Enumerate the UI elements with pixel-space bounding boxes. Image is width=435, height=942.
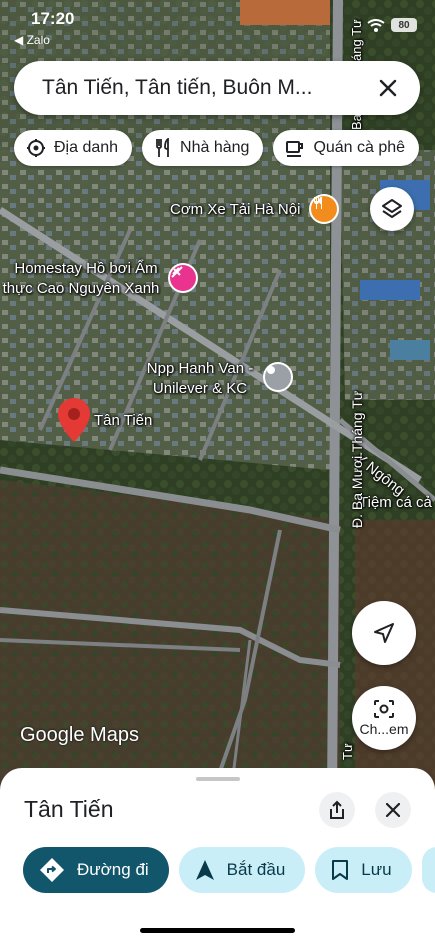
selected-place-label: Tân Tiến (94, 412, 153, 429)
chip-restaurant[interactable]: Nhà hàng (142, 130, 264, 166)
directions-button[interactable]: Đường đi (23, 847, 169, 893)
save-button-label: Lưu (361, 860, 392, 879)
generic-pin-icon[interactable] (265, 364, 291, 390)
chip-coffee[interactable]: Quán cà phê (273, 130, 420, 166)
close-sheet-button[interactable] (375, 792, 411, 828)
share-icon (330, 800, 344, 819)
chip-restaurant-label: Nhà hàng (180, 139, 250, 156)
status-bar: 17:20 ◀ Zalo 80 (0, 0, 435, 50)
navigation-arrow-icon (195, 860, 214, 880)
clear-search-button[interactable] (374, 74, 402, 102)
landmark-icon (27, 139, 45, 157)
poi-homestay-label-line2[interactable]: thực Cao Nguyên Xanh (0, 280, 164, 297)
satellite-map[interactable]: Cơm Xe Tải Hà Nội Homestay Hồ bơi Ẩm thự… (0, 0, 435, 800)
restaurant-pin-icon[interactable] (311, 196, 337, 222)
share-button[interactable] (319, 792, 355, 828)
directions-icon (40, 858, 64, 882)
more-actions-button[interactable] (421, 847, 435, 893)
wifi-icon (367, 18, 385, 32)
status-time: 17:20 (31, 9, 75, 28)
poi-tiem-ca-label[interactable]: Tiệm cá cả (359, 494, 432, 511)
chip-coffee-label: Quán cà phê (313, 139, 406, 156)
battery-icon: 80 (391, 18, 417, 32)
navigation-outline-icon (374, 623, 394, 643)
sheet-drag-handle[interactable] (196, 777, 240, 781)
search-query-text[interactable]: Tân Tiến, Tân tiến, Buôn M... (42, 76, 374, 100)
google-maps-logo: Google Maps (20, 724, 139, 746)
back-to-app-link[interactable]: ◀ Zalo (14, 33, 50, 47)
layers-icon (382, 199, 402, 218)
layers-button[interactable] (370, 187, 414, 231)
poi-npp-label-line2[interactable]: Unilever & KC (142, 380, 258, 397)
poi-homestay-label-line1[interactable]: Homestay Hồ bơi Ẩm (8, 260, 164, 277)
lens-button[interactable]: Ch...em (352, 686, 416, 750)
save-button[interactable]: Lưu (315, 847, 412, 893)
close-icon (386, 803, 400, 817)
hotel-pin-icon[interactable] (170, 265, 196, 291)
camera-lens-icon (374, 700, 394, 718)
chip-landmark-label: Địa danh (54, 139, 119, 156)
category-chips: Địa danh Nhà hàng Quán cà phê (14, 130, 420, 166)
directions-button-label: Đường đi (77, 860, 149, 879)
search-bar[interactable]: Tân Tiến, Tân tiến, Buôn M... (14, 61, 420, 115)
lens-button-label: Ch...em (359, 721, 409, 737)
poi-com-xe-tai-label[interactable]: Cơm Xe Tải Hà Nội (170, 201, 300, 218)
place-bottom-sheet[interactable]: Tân Tiến Đường đi Bắt đầu Lưu (0, 768, 435, 942)
poi-npp-label-line1[interactable]: Npp Hanh Van - (132, 360, 268, 377)
place-title: Tân Tiến (24, 796, 114, 822)
place-actions: Đường đi Bắt đầu Lưu (23, 847, 435, 893)
coffee-icon (286, 141, 304, 157)
home-indicator (140, 928, 295, 933)
start-button[interactable]: Bắt đầu (178, 847, 306, 893)
bookmark-icon (332, 860, 349, 880)
road-label-ba-muoi-thang-tu: Đ. Ba Mươi Tháng Tư (349, 390, 365, 528)
close-icon (379, 79, 397, 97)
road-label-bottom: Tư (340, 743, 355, 760)
restaurant-icon (156, 138, 169, 157)
chip-landmark[interactable]: Địa danh (14, 130, 133, 166)
start-button-label: Bắt đầu (226, 860, 286, 879)
selected-place-pin-icon[interactable] (58, 398, 90, 442)
my-location-button[interactable] (352, 601, 416, 665)
